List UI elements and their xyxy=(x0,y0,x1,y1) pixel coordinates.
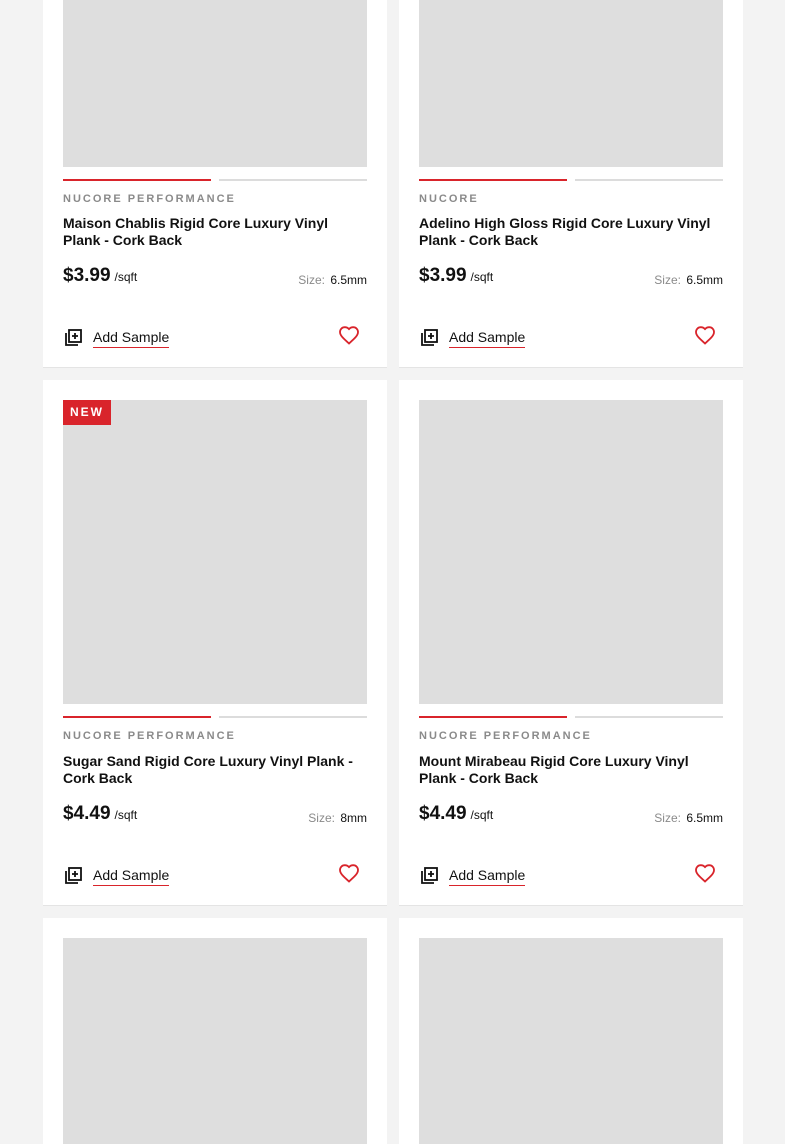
product-card[interactable]: NUCORE PERFORMANCE Mount Mirabeau Rigid … xyxy=(399,380,743,905)
product-brand: NUCORE xyxy=(419,193,479,205)
new-badge: NEW xyxy=(63,400,111,425)
add-sample-icon xyxy=(421,867,438,884)
price-unit: /sqft xyxy=(114,270,138,284)
size-label: Size: xyxy=(308,811,335,825)
product-title[interactable]: Mount Mirabeau Rigid Core Luxury Vinyl P… xyxy=(419,753,725,787)
add-sample-label: Add Sample xyxy=(449,867,526,886)
add-sample-icon xyxy=(421,329,438,346)
size-value: 6.5mm xyxy=(330,273,367,287)
swatch-indicator xyxy=(63,179,367,182)
product-image[interactable] xyxy=(63,0,367,167)
product-card[interactable]: NEW NUCORE PERFORMANCE Sugar Sand Rigid … xyxy=(43,380,387,905)
price-unit: /sqft xyxy=(470,808,494,822)
size-label: Size: xyxy=(654,811,681,825)
product-size: Size: 6.5mm xyxy=(654,273,723,287)
product-brand: NUCORE PERFORMANCE xyxy=(63,193,236,205)
product-title[interactable]: Maison Chablis Rigid Core Luxury Vinyl P… xyxy=(63,215,369,249)
add-sample-label: Add Sample xyxy=(449,329,526,348)
product-image[interactable] xyxy=(419,938,723,1144)
product-card[interactable] xyxy=(399,918,743,1144)
add-sample-label: Add Sample xyxy=(93,329,170,348)
product-card[interactable] xyxy=(43,918,387,1144)
swatch[interactable] xyxy=(575,716,723,718)
size-label: Size: xyxy=(298,273,325,287)
size-value: 6.5mm xyxy=(686,273,723,287)
swatch[interactable] xyxy=(219,179,367,181)
swatch-active[interactable] xyxy=(419,716,567,718)
product-brand: NUCORE PERFORMANCE xyxy=(419,730,592,742)
product-image[interactable] xyxy=(63,400,367,704)
product-price: $4.49/sqft xyxy=(419,803,493,825)
price-unit: /sqft xyxy=(114,808,138,822)
product-price: $3.99/sqft xyxy=(419,265,493,287)
product-title[interactable]: Sugar Sand Rigid Core Luxury Vinyl Plank… xyxy=(63,753,369,787)
add-sample-button[interactable]: Add Sample xyxy=(63,864,170,888)
product-size: Size: 8mm xyxy=(308,811,367,825)
product-size: Size: 6.5mm xyxy=(298,273,367,287)
add-sample-icon xyxy=(65,867,82,884)
swatch[interactable] xyxy=(575,179,723,181)
product-card[interactable]: NUCORE Adelino High Gloss Rigid Core Lux… xyxy=(399,0,743,367)
product-image[interactable] xyxy=(419,0,723,167)
price-value: $4.49 xyxy=(419,803,467,824)
product-card[interactable]: NUCORE PERFORMANCE Maison Chablis Rigid … xyxy=(43,0,387,367)
swatch-indicator xyxy=(419,716,723,719)
price-unit: /sqft xyxy=(470,270,494,284)
add-sample-button[interactable]: Add Sample xyxy=(63,326,170,350)
size-label: Size: xyxy=(654,273,681,287)
swatch-active[interactable] xyxy=(419,179,567,181)
swatch-indicator xyxy=(419,179,723,182)
size-value: 8mm xyxy=(340,811,367,825)
product-brand: NUCORE PERFORMANCE xyxy=(63,730,236,742)
price-value: $4.49 xyxy=(63,803,111,824)
swatch-active[interactable] xyxy=(63,716,211,718)
product-image[interactable] xyxy=(419,400,723,704)
add-sample-icon xyxy=(65,329,82,346)
product-size: Size: 6.5mm xyxy=(654,811,723,825)
heart-outline-icon[interactable] xyxy=(337,861,361,885)
swatch[interactable] xyxy=(219,716,367,718)
heart-outline-icon[interactable] xyxy=(337,323,361,347)
heart-outline-icon[interactable] xyxy=(693,861,717,885)
add-sample-button[interactable]: Add Sample xyxy=(419,326,526,350)
swatch-active[interactable] xyxy=(63,179,211,181)
product-price: $4.49/sqft xyxy=(63,803,137,825)
swatch-indicator xyxy=(63,716,367,719)
price-value: $3.99 xyxy=(419,265,467,286)
product-price: $3.99/sqft xyxy=(63,265,137,287)
add-sample-label: Add Sample xyxy=(93,867,170,886)
size-value: 6.5mm xyxy=(686,811,723,825)
price-value: $3.99 xyxy=(63,265,111,286)
product-image[interactable] xyxy=(63,938,367,1144)
product-title[interactable]: Adelino High Gloss Rigid Core Luxury Vin… xyxy=(419,215,725,249)
heart-outline-icon[interactable] xyxy=(693,323,717,347)
add-sample-button[interactable]: Add Sample xyxy=(419,864,526,888)
